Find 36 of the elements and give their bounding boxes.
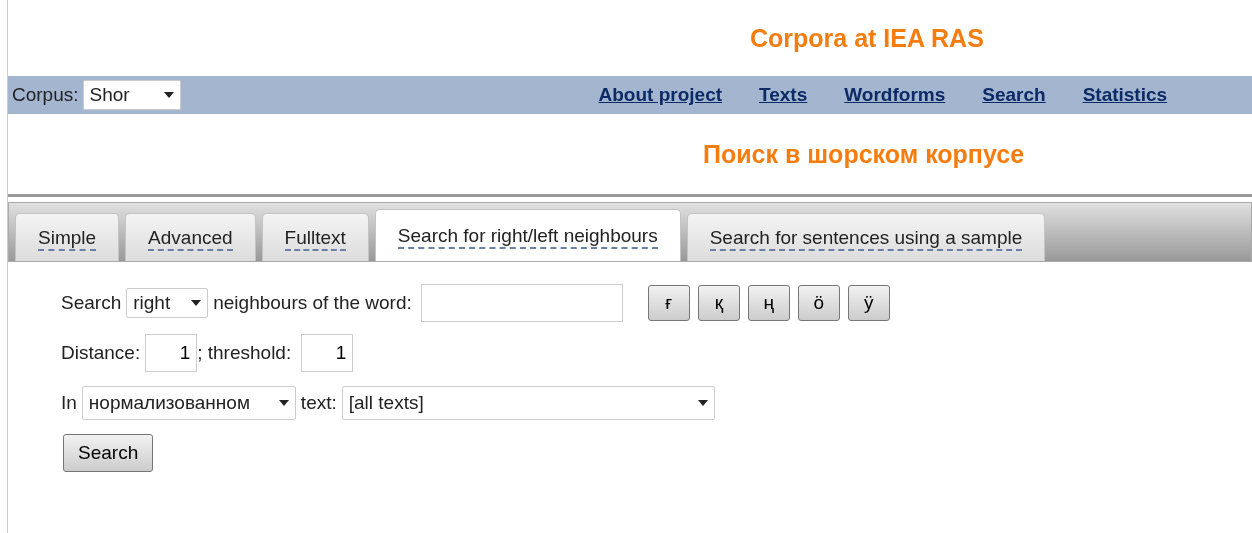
nav-link[interactable]: Search xyxy=(982,84,1046,106)
letter-button[interactable]: ң xyxy=(747,285,790,321)
corpus-select[interactable]: Shor xyxy=(82,80,181,110)
search-label: Search xyxy=(61,292,122,314)
site-title: Corpora at IEA RAS xyxy=(750,23,984,53)
tab[interactable]: Fulltext xyxy=(261,213,369,261)
distance-label: Distance: xyxy=(61,342,141,364)
tab[interactable]: Search for right/left neighbours xyxy=(374,209,681,261)
text-kind-select[interactable]: нормализованном xyxy=(81,386,296,420)
caret-icon xyxy=(191,300,202,306)
caret-icon xyxy=(697,400,708,406)
letter-button[interactable]: ÿ xyxy=(847,285,890,321)
nav-link[interactable]: Texts xyxy=(759,84,808,106)
distance-field[interactable]: 1 xyxy=(145,334,198,372)
caret-icon xyxy=(163,92,174,98)
letter-button[interactable]: ғ xyxy=(647,285,690,321)
neighbours-label: neighbours of the word: xyxy=(213,292,412,314)
page-title: Поиск в шорском корпусе xyxy=(703,139,1025,169)
nav-link[interactable]: About project xyxy=(598,84,723,106)
word-input-field[interactable] xyxy=(420,284,623,322)
nav-link[interactable]: Wordforms xyxy=(844,84,946,106)
letter-button[interactable]: ö xyxy=(797,285,840,321)
direction-select[interactable]: right xyxy=(126,288,209,318)
tab[interactable]: Simple xyxy=(15,213,120,261)
letter-button[interactable]: қ xyxy=(697,285,740,321)
in-label: In xyxy=(61,392,77,414)
tab[interactable]: Search for sentences using a sample xyxy=(686,213,1046,261)
text-label: text: xyxy=(300,392,337,414)
corpus-label: Corpus: xyxy=(12,84,79,106)
search-button[interactable]: Search xyxy=(63,434,154,472)
nav-link[interactable]: Statistics xyxy=(1082,84,1168,106)
threshold-field[interactable]: 1 xyxy=(301,334,354,372)
caret-icon xyxy=(278,400,289,406)
tab[interactable]: Advanced xyxy=(125,213,256,261)
texts-select[interactable]: [all texts] xyxy=(341,386,715,420)
threshold-label: ; threshold: xyxy=(197,342,292,364)
